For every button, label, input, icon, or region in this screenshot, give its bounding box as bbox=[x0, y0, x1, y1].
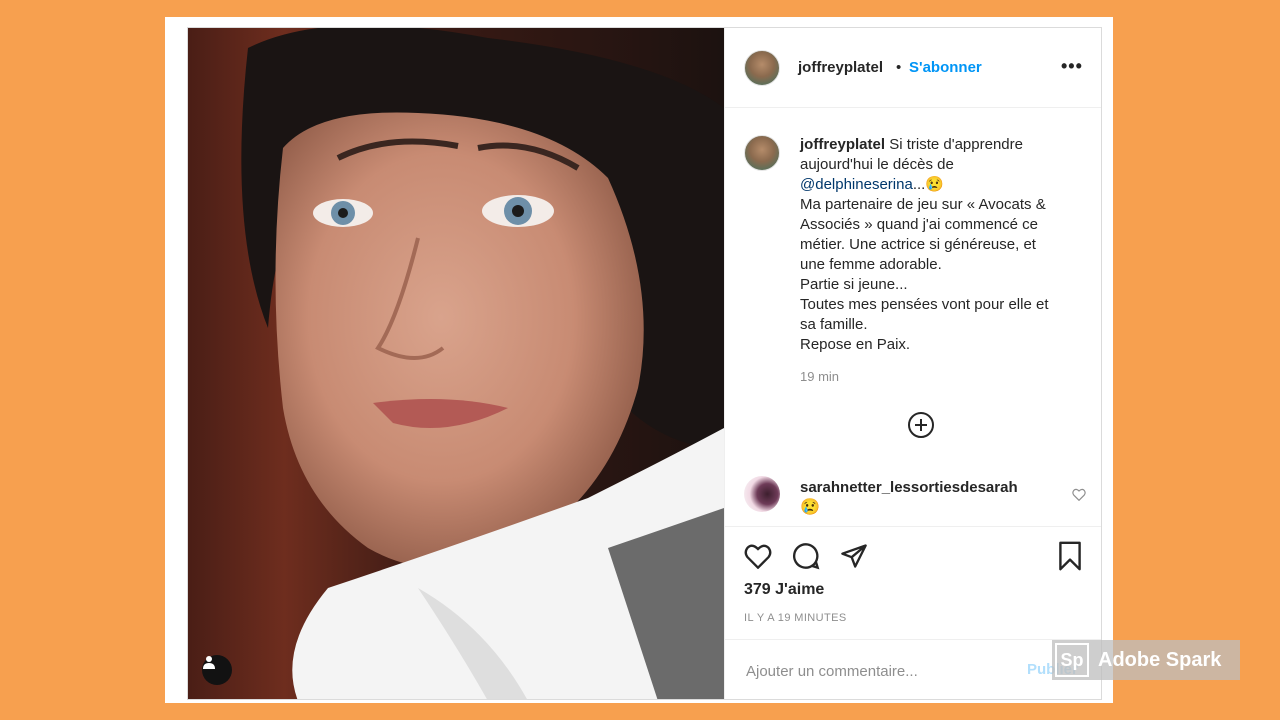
separator-dot: • bbox=[896, 59, 902, 76]
likes-count[interactable]: 379 J'aime bbox=[744, 581, 824, 599]
caption-line-2: aujourd'hui le décès de bbox=[800, 156, 954, 173]
post-timestamp: IL Y A 19 MINUTES bbox=[744, 612, 847, 624]
caption-username[interactable]: joffreyplatel bbox=[800, 136, 885, 153]
post-caption: joffreyplatel Si triste d'apprendre aujo… bbox=[800, 135, 1090, 355]
caption-line-9: sa famille. bbox=[800, 316, 868, 333]
post-side-panel: joffreyplatel • S'abonner ••• joffreypla… bbox=[724, 28, 1101, 699]
caption-line-8: Toutes mes pensées vont pour elle et bbox=[800, 296, 1049, 313]
instagram-post: joffreyplatel • S'abonner ••• joffreypla… bbox=[187, 27, 1102, 700]
commenter-avatar[interactable] bbox=[744, 476, 780, 512]
comment-heart-icon[interactable] bbox=[1072, 488, 1086, 501]
comment-input[interactable] bbox=[744, 659, 1008, 683]
comment-icon[interactable] bbox=[792, 542, 820, 570]
spark-text: Adobe Spark bbox=[1098, 648, 1222, 671]
author-avatar[interactable] bbox=[744, 50, 780, 86]
share-icon[interactable] bbox=[840, 542, 868, 570]
mention-link[interactable]: @delphineserina bbox=[800, 176, 913, 193]
comment-text: 😢 bbox=[800, 499, 820, 516]
add-comment-bar: Publier bbox=[725, 639, 1101, 699]
author-username[interactable]: joffreyplatel bbox=[798, 59, 883, 76]
caption-avatar[interactable] bbox=[744, 135, 780, 171]
caption-line-1: Si triste d'apprendre bbox=[889, 136, 1023, 153]
commenter-username[interactable]: sarahnetter_lessortiesdesarah bbox=[800, 479, 1018, 496]
portrait-illustration bbox=[241, 28, 724, 699]
follow-button[interactable]: S'abonner bbox=[909, 59, 982, 76]
caption-line-6: une femme adorable. bbox=[800, 256, 942, 273]
spark-logo-icon: Sp bbox=[1055, 643, 1089, 677]
caption-line-5: métier. Une actrice si généreuse, et bbox=[800, 236, 1036, 253]
mention-suffix: ...😢 bbox=[912, 176, 944, 193]
caption-line-10: Repose en Paix. bbox=[800, 336, 911, 353]
caption-line-3: Ma partenaire de jeu sur « Avocats & bbox=[800, 196, 1046, 213]
caption-line-7: Partie si jeune... bbox=[800, 276, 908, 293]
post-header: joffreyplatel • S'abonner ••• bbox=[725, 28, 1101, 108]
add-circle-icon[interactable] bbox=[908, 412, 934, 438]
caption-time: 19 min bbox=[800, 369, 840, 384]
bookmark-icon[interactable] bbox=[1058, 541, 1082, 571]
adobe-spark-watermark: Sp Adobe Spark bbox=[1052, 640, 1240, 680]
more-options-icon[interactable]: ••• bbox=[1061, 56, 1083, 77]
user-tag-icon[interactable] bbox=[202, 655, 232, 685]
heart-icon[interactable] bbox=[744, 543, 772, 569]
post-photo bbox=[188, 28, 724, 699]
caption-line-4: Associés » quand j'ai commencé ce bbox=[800, 216, 1038, 233]
